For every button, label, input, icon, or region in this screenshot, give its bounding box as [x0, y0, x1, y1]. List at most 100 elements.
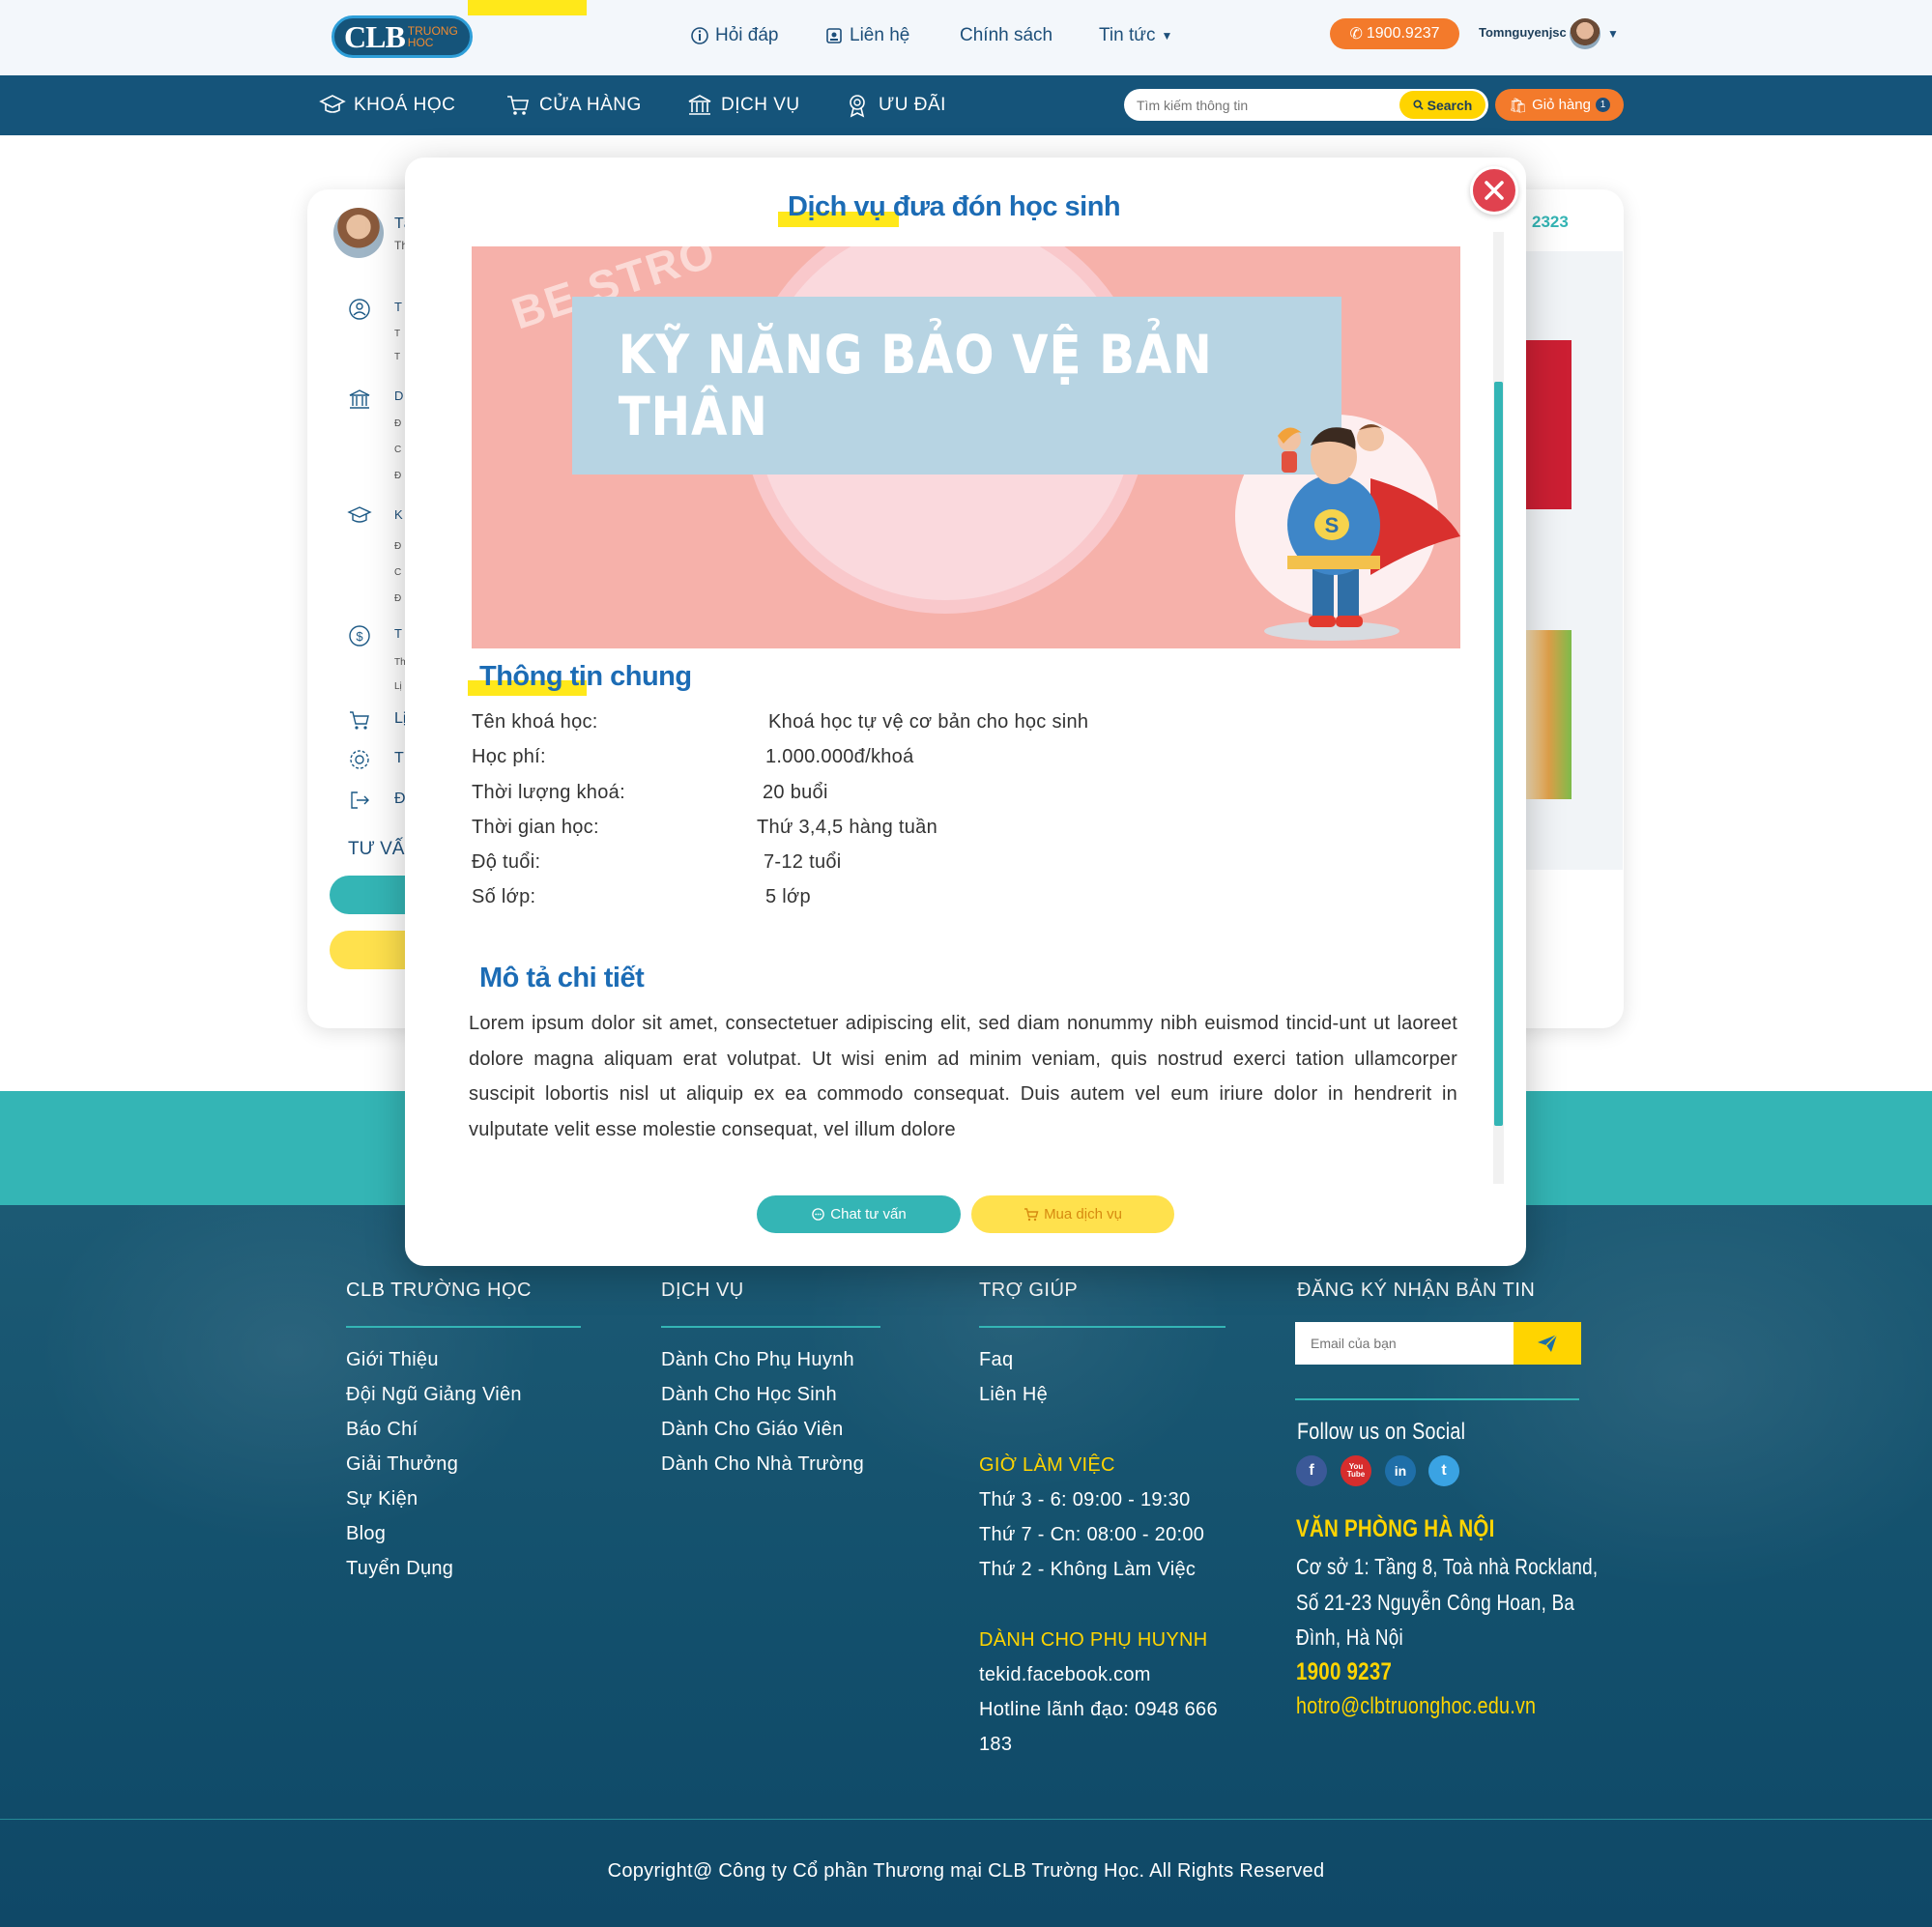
graduation-cap-icon	[319, 95, 346, 113]
cart-icon[interactable]	[347, 707, 372, 733]
footer-link[interactable]: Giới Thiệu	[346, 1349, 439, 1371]
graduation-cap-icon[interactable]	[347, 503, 372, 528]
username[interactable]: Tomnguyenjsc	[1479, 25, 1567, 40]
footer-link[interactable]: Đội Ngũ Giảng Viên	[346, 1384, 522, 1406]
modal-title: Dịch vụ đưa đón học sinh	[788, 191, 1121, 222]
info-value-age: 7-12 tuổi	[764, 851, 842, 873]
chat-bubble-icon	[812, 1208, 825, 1221]
dollar-icon[interactable]: $	[347, 623, 372, 648]
right-drink-image	[1526, 630, 1572, 799]
hours-line: Thứ 3 - 6: 09:00 - 19:30	[979, 1489, 1191, 1510]
right-red-banner	[1526, 340, 1572, 509]
footer-col-title: TRỢ GIÚP	[979, 1280, 1079, 1301]
cart-button[interactable]: 🛍 Giỏ hàng 1	[1495, 89, 1624, 121]
consult-heading-fragment: TƯ VẤ	[348, 839, 405, 859]
office-address-line: Đình, Hà Nội	[1296, 1625, 1403, 1650]
menu-sub-fragment: C	[394, 445, 402, 455]
office-email[interactable]: hotro@clbtruonghoc.edu.vn	[1296, 1693, 1536, 1720]
menu-finance-fragment[interactable]: T	[394, 626, 402, 641]
hotline-button[interactable]: ✆ 1900.9237	[1330, 18, 1459, 49]
top-link-policy[interactable]: Chính sách	[960, 25, 1053, 46]
section-title-description: Mô tả chi tiết	[479, 963, 645, 993]
award-icon	[850, 95, 865, 118]
gear-badge-icon[interactable]	[347, 747, 372, 772]
footer-link[interactable]: Báo Chí	[346, 1419, 418, 1441]
paper-plane-icon	[1538, 1334, 1558, 1352]
footer-link[interactable]: Tuyển Dụng	[346, 1558, 453, 1580]
contact-icon	[826, 28, 842, 43]
section-highlight	[468, 0, 587, 15]
menu-sub-fragment: C	[394, 567, 402, 578]
top-link-contact[interactable]: Liên hệ	[824, 25, 909, 46]
office-phone[interactable]: 1900 9237	[1296, 1658, 1392, 1686]
menu-sub-fragment: Đ	[394, 418, 402, 429]
office-address-line: Cơ sở 1: Tầng 8, Toà nhà Rockland,	[1296, 1554, 1599, 1579]
chat-consult-button[interactable]: Chat tư vấn	[757, 1195, 961, 1233]
newsletter-email-input[interactable]	[1311, 1334, 1504, 1353]
nav-services[interactable]: DỊCH VỤ	[686, 92, 800, 119]
footer-link[interactable]: Faq	[979, 1349, 1013, 1371]
info-label-age: Độ tuổi:	[472, 851, 541, 873]
footer-link[interactable]: Blog	[346, 1523, 386, 1545]
menu-sub-fragment: Th	[394, 657, 406, 668]
youtube-icon[interactable]: You Tube	[1341, 1455, 1371, 1486]
caret-down-icon: ▼	[1161, 29, 1173, 43]
logout-icon[interactable]	[347, 788, 372, 813]
user-avatar[interactable]	[1570, 18, 1600, 49]
close-button[interactable]	[1470, 166, 1518, 215]
menu-services-fragment[interactable]: D	[394, 388, 403, 403]
buy-service-button[interactable]: Mua dịch vụ	[971, 1195, 1174, 1233]
copyright-text: Copyright@ Công ty Cổ phần Thương mại CL…	[607, 1860, 1325, 1882]
menu-account-fragment[interactable]: T	[394, 300, 402, 314]
menu-sub-fragment: T	[394, 329, 401, 339]
facebook-icon[interactable]: f	[1296, 1455, 1327, 1486]
section-title-general: Thông tin chung	[479, 661, 692, 692]
info-value-schedule: Thứ 3,4,5 hàng tuần	[757, 817, 937, 838]
building-icon[interactable]	[347, 387, 372, 412]
nav-deals[interactable]: ƯU ĐÃI	[844, 92, 946, 119]
cart-icon	[1024, 1208, 1039, 1222]
search-icon	[1413, 100, 1424, 110]
parents-hotline: Hotline lãnh đạo: 0948 666	[979, 1699, 1218, 1720]
info-value-course: Khoá học tự vệ cơ bản cho học sinh	[768, 711, 1089, 733]
menu-logout-fragment[interactable]: Đ	[394, 791, 406, 808]
menu-courses-fragment[interactable]: K	[394, 507, 403, 522]
linkedin-icon[interactable]: in	[1385, 1455, 1416, 1486]
menu-settings-fragment[interactable]: T	[394, 750, 404, 767]
newsletter-submit-button[interactable]	[1514, 1322, 1581, 1365]
top-link-news[interactable]: Tin tức ▼	[1099, 25, 1172, 46]
description-text: Lorem ipsum dolor sit amet, consectetuer…	[469, 1013, 1457, 1140]
parents-hotline-cont: 183	[979, 1734, 1013, 1755]
nav-courses[interactable]: KHOÁ HỌC	[319, 92, 455, 119]
logo-subtext: TRUONG HOC	[407, 24, 458, 49]
caret-down-icon[interactable]: ▼	[1607, 27, 1619, 41]
hours-line: Thứ 2 - Không Làm Việc	[979, 1559, 1197, 1580]
info-label-course: Tên khoá học:	[472, 711, 598, 733]
profile-avatar	[333, 208, 384, 258]
footer-link[interactable]: Giải Thưởng	[346, 1453, 458, 1476]
footer-link[interactable]: Liên Hệ	[979, 1384, 1048, 1406]
footer-link[interactable]: Sự Kiện	[346, 1488, 418, 1510]
footer-divider	[0, 1819, 1932, 1820]
modal-scrollbar-thumb[interactable]	[1494, 382, 1503, 1126]
twitter-icon[interactable]: t	[1428, 1455, 1459, 1486]
footer-link[interactable]: Dành Cho Nhà Trường	[661, 1453, 864, 1476]
footer-col-title: DỊCH VỤ	[661, 1280, 744, 1301]
footer-divider	[346, 1326, 581, 1328]
user-icon[interactable]	[347, 297, 372, 322]
footer-divider	[661, 1326, 880, 1328]
search-input[interactable]	[1137, 96, 1388, 115]
footer-link[interactable]: Dành Cho Giáo Viên	[661, 1419, 844, 1441]
parents-link[interactable]: tekid.facebook.com	[979, 1664, 1151, 1686]
footer-link[interactable]: Dành Cho Phụ Huynh	[661, 1349, 854, 1371]
close-icon	[1485, 181, 1504, 200]
main-nav	[0, 75, 1932, 135]
site-logo[interactable]: CLB TRUONG HOC	[332, 15, 473, 58]
top-link-faq[interactable]: Hỏi đáp	[690, 25, 779, 46]
svg-text:$: $	[356, 629, 363, 644]
nav-shop[interactable]: CỬA HÀNG	[505, 92, 642, 119]
footer-divider	[1295, 1398, 1579, 1400]
info-label-classes: Số lớp:	[472, 886, 536, 907]
footer-link[interactable]: Dành Cho Học Sinh	[661, 1384, 837, 1406]
search-button[interactable]: Search	[1399, 91, 1485, 119]
